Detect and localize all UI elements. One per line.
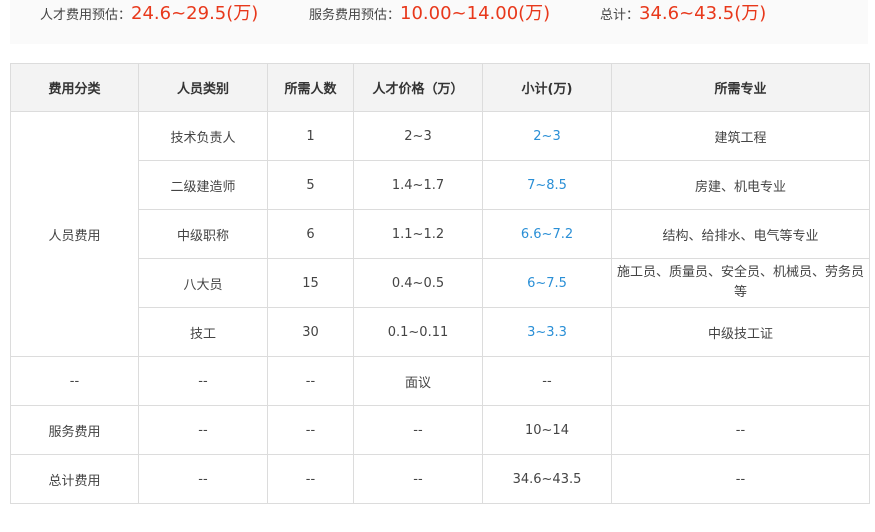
personnel-type-cell: 技工 [138, 307, 268, 357]
subtotal-cell: 3~3.3 [482, 307, 612, 357]
personnel-type-cell: 二级建造师 [138, 160, 268, 210]
required-count-cell: -- [267, 356, 354, 406]
subtotal-cell: 6~7.5 [482, 258, 612, 308]
table-row: 中级职称 6 1.1~1.2 6.6~7.2 结构、给排水、电气等专业 [11, 209, 870, 259]
total-cost-value: 34.6~43.5(万) [639, 3, 767, 24]
required-count-cell: -- [267, 405, 354, 455]
subtotal-cell: 7~8.5 [482, 160, 612, 210]
table-header-row: 费用分类 人员类别 所需人数 人才价格（万） 小计(万) 所需专业 [10, 63, 870, 112]
required-major-cell: -- [611, 405, 870, 455]
table-row: 服务费用 -- -- -- 10~14 -- [10, 405, 870, 455]
required-major-cell: 建筑工程 [611, 111, 870, 161]
total-cost-summary: 总计：34.6~43.5(万) [600, 0, 766, 28]
cost-category-cell: 总计费用 [10, 454, 139, 504]
table-row: 人员费用 技术负责人 1 2~3 2~3 建筑工程 [10, 111, 870, 357]
header-subtotal: 小计(万) [482, 63, 612, 112]
header-cost-category: 费用分类 [10, 63, 139, 112]
service-cost-label: 服务费用预估： [309, 8, 401, 23]
personnel-type-cell: 八大员 [138, 258, 268, 308]
subtotal-cell: 2~3 [482, 111, 612, 161]
required-major-cell [611, 356, 870, 406]
header-required-major: 所需专业 [611, 63, 870, 112]
required-major-cell: 房建、机电专业 [611, 160, 870, 210]
required-count-cell: 6 [267, 209, 354, 259]
table-row: 八大员 15 0.4~0.5 6~7.5 施工员、质量员、安全员、机械员、劳务员… [11, 258, 870, 308]
cost-category-cell: -- [10, 356, 139, 406]
required-count-cell: 1 [267, 111, 354, 161]
total-cost-label: 总计： [600, 8, 640, 23]
header-required-count: 所需人数 [267, 63, 354, 112]
personnel-type-cell: -- [138, 356, 268, 406]
header-talent-price: 人才价格（万） [353, 63, 483, 112]
talent-price-cell: -- [353, 405, 483, 455]
required-major-cell: -- [611, 454, 870, 504]
personnel-type-cell: -- [138, 454, 268, 504]
personnel-type-cell: 技术负责人 [138, 111, 268, 161]
personnel-type-cell: 中级职称 [138, 209, 268, 259]
talent-cost-summary: 人才费用预估：24.6~29.5(万) [40, 0, 258, 28]
talent-cost-value: 24.6~29.5(万) [131, 3, 259, 24]
table-row: -- -- -- 面议 -- [10, 356, 870, 406]
subtotal-cell: 10~14 [482, 405, 612, 455]
talent-price-cell: 0.4~0.5 [353, 258, 483, 308]
required-count-cell: -- [267, 454, 354, 504]
cost-breakdown-table: 费用分类 人员类别 所需人数 人才价格（万） 小计(万) 所需专业 人员费用 技… [10, 63, 870, 504]
required-major-cell: 施工员、质量员、安全员、机械员、劳务员等 [611, 258, 870, 308]
header-personnel-type: 人员类别 [138, 63, 268, 112]
talent-price-cell: 1.4~1.7 [353, 160, 483, 210]
service-cost-value: 10.00~14.00(万) [400, 3, 551, 24]
talent-price-cell: -- [353, 454, 483, 504]
subtotal-cell: -- [482, 356, 612, 406]
required-count-cell: 30 [267, 307, 354, 357]
talent-price-cell: 面议 [353, 356, 483, 406]
required-count-cell: 15 [267, 258, 354, 308]
subtotal-cell: 6.6~7.2 [482, 209, 612, 259]
service-cost-summary: 服务费用预估：10.00~14.00(万) [309, 0, 550, 28]
table-row: 二级建造师 5 1.4~1.7 7~8.5 房建、机电专业 [11, 160, 870, 210]
personnel-cost-category-cell: 人员费用 [10, 111, 139, 357]
table-row: 技工 30 0.1~0.11 3~3.3 中级技工证 [11, 307, 870, 357]
required-major-cell: 中级技工证 [611, 307, 870, 357]
required-major-cell: 结构、给排水、电气等专业 [611, 209, 870, 259]
cost-category-cell: 服务费用 [10, 405, 139, 455]
table-row: 总计费用 -- -- -- 34.6~43.5 -- [10, 454, 870, 504]
required-count-cell: 5 [267, 160, 354, 210]
subtotal-cell: 34.6~43.5 [482, 454, 612, 504]
talent-price-cell: 1.1~1.2 [353, 209, 483, 259]
talent-cost-label: 人才费用预估： [40, 8, 132, 23]
talent-price-cell: 0.1~0.11 [353, 307, 483, 357]
personnel-type-cell: -- [138, 405, 268, 455]
cost-summary-bar: 人才费用预估：24.6~29.5(万) 服务费用预估：10.00~14.00(万… [10, 0, 868, 44]
talent-price-cell: 2~3 [353, 111, 483, 161]
